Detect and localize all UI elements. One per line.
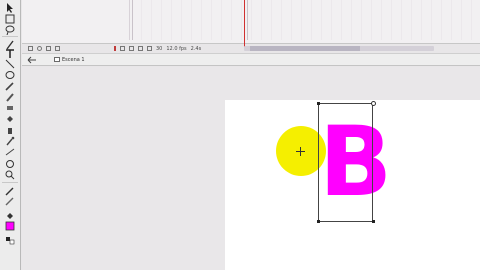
transform-handle[interactable]	[317, 220, 320, 223]
back-arrow-icon[interactable]	[26, 55, 38, 64]
onion-skin-icon[interactable]	[120, 46, 125, 51]
tool-divider	[2, 36, 18, 37]
eraser-icon[interactable]	[3, 102, 17, 113]
timeline-divider	[247, 0, 248, 40]
line-icon[interactable]	[3, 58, 17, 69]
tool-divider	[2, 182, 18, 183]
fill-pencil-icon[interactable]	[3, 195, 17, 206]
flash-editor-window: 30 12.0 fps 2.4s Escena 1 B	[0, 0, 480, 270]
frame-rate: 12.0 fps	[166, 45, 187, 52]
swap-colors-icon[interactable]	[3, 234, 17, 245]
scene-button[interactable]: Escena 1	[54, 57, 85, 63]
edit-multiple-frames-icon[interactable]	[138, 46, 143, 51]
transform-handle[interactable]	[372, 220, 375, 223]
oval-icon[interactable]	[3, 69, 17, 80]
timeline-panel	[22, 0, 480, 44]
pencil-icon[interactable]	[3, 80, 17, 91]
subselect-icon[interactable]	[3, 13, 17, 24]
scene-icon	[54, 57, 60, 62]
ink-bottle-icon[interactable]	[3, 124, 17, 135]
timeline-scrollbar[interactable]	[244, 46, 434, 51]
brush-icon[interactable]	[3, 91, 17, 102]
text-resize-handle[interactable]	[371, 101, 376, 106]
lasso-icon[interactable]	[3, 24, 17, 35]
edit-bar: Escena 1	[22, 53, 480, 66]
scene-label: Escena 1	[62, 56, 85, 63]
delete-layer-icon[interactable]	[55, 46, 60, 51]
playhead[interactable]	[244, 0, 245, 47]
tools-panel	[0, 0, 21, 270]
selection-bounding-box[interactable]	[318, 103, 373, 222]
timeline-scroll-thumb[interactable]	[250, 46, 360, 51]
stroke-tool-icon[interactable]	[3, 146, 17, 157]
center-frame-icon[interactable]	[114, 46, 116, 51]
timeline-divider	[132, 0, 133, 40]
zoom-icon[interactable]	[3, 169, 17, 180]
transform-handle[interactable]	[317, 102, 320, 105]
hand-icon[interactable]	[3, 158, 17, 169]
insert-folder-icon[interactable]	[46, 46, 51, 51]
paint-bucket-icon[interactable]	[3, 113, 17, 124]
modify-onion-markers-icon[interactable]	[147, 46, 152, 51]
arrow-icon[interactable]	[3, 2, 17, 13]
layer-list[interactable]	[22, 0, 130, 40]
add-guide-layer-icon[interactable]	[37, 46, 42, 51]
current-frame: 30	[156, 45, 163, 52]
insert-layer-icon[interactable]	[28, 46, 33, 51]
eyedropper-icon[interactable]	[3, 135, 17, 146]
timeline-frames[interactable]	[132, 0, 480, 40]
crosshair-cursor-icon	[296, 147, 305, 156]
fill-color-icon[interactable]	[3, 220, 17, 231]
elapsed-time: 2.4s	[190, 45, 202, 52]
onion-outline-icon[interactable]	[129, 46, 134, 51]
